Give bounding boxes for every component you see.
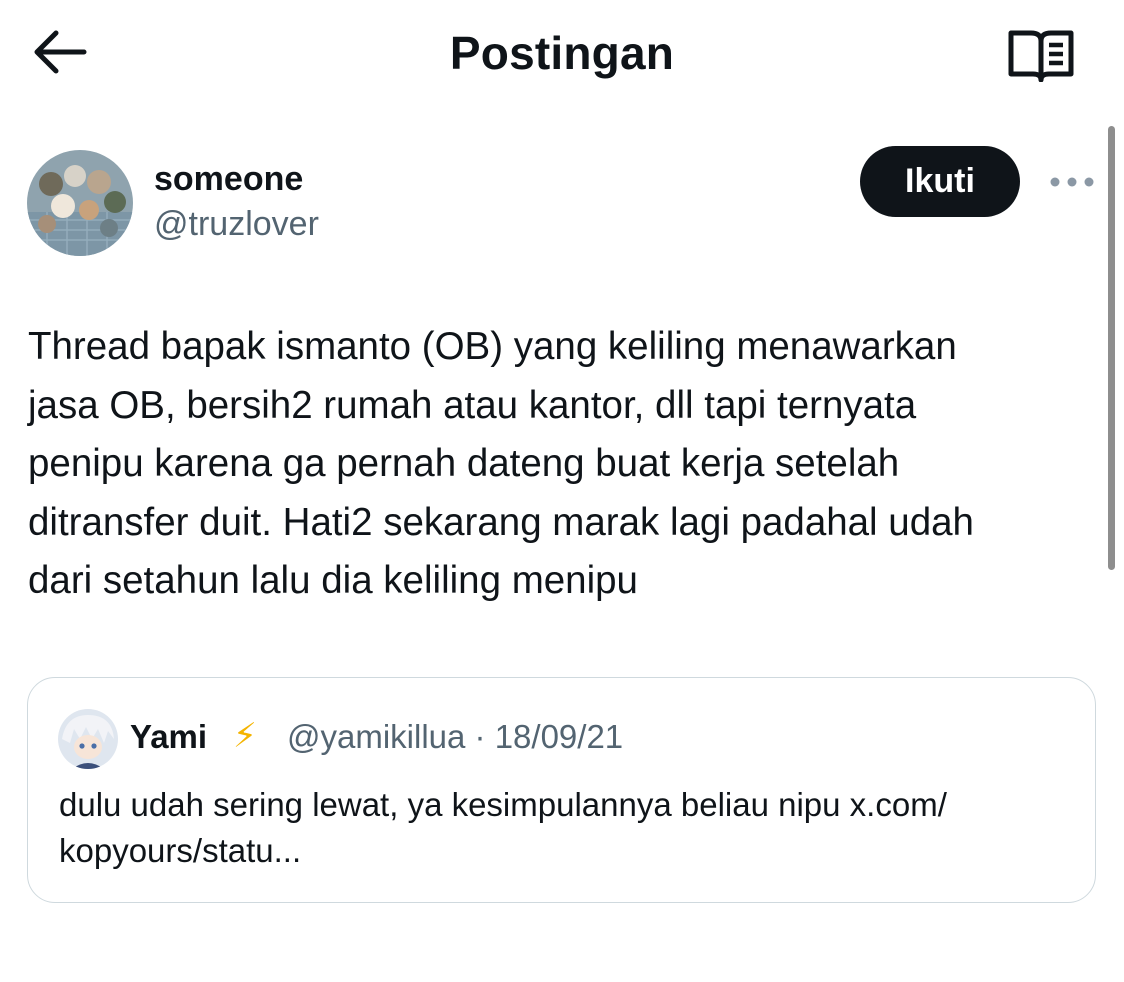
post-text: Thread bapak ismanto (OB) yang keliling … (28, 325, 974, 602)
page-title: Postingan (449, 27, 675, 79)
reader-mode-button[interactable] (996, 22, 1086, 88)
quoted-author-handle[interactable]: @yamikillua (287, 718, 465, 755)
quoted-post-date[interactable]: 18/09/21 (495, 718, 623, 755)
scrollbar[interactable] (1108, 126, 1115, 570)
quoted-post-text: dulu udah sering lewat, ya kesimpulannya… (59, 786, 947, 869)
follow-button[interactable]: Ikuti (860, 146, 1020, 217)
author-display-name[interactable]: someone (154, 160, 303, 199)
quoted-post-card[interactable]: Yami ⚡ @yamikillua · 18/09/21 dulu udah … (27, 677, 1096, 903)
more-dots-icon (1050, 177, 1094, 187)
open-book-icon (1008, 30, 1074, 82)
quoted-meta: @yamikillua · 18/09/21 (287, 718, 623, 756)
more-options-button[interactable] (1044, 162, 1100, 202)
quoted-author-avatar[interactable] (58, 709, 118, 769)
lightning-bolt-icon: ⚡ (233, 717, 257, 755)
meta-separator: · (465, 718, 495, 755)
author-handle[interactable]: @truzlover (154, 205, 319, 244)
quoted-author-name[interactable]: Yami (130, 718, 207, 756)
author-avatar[interactable] (27, 150, 133, 256)
